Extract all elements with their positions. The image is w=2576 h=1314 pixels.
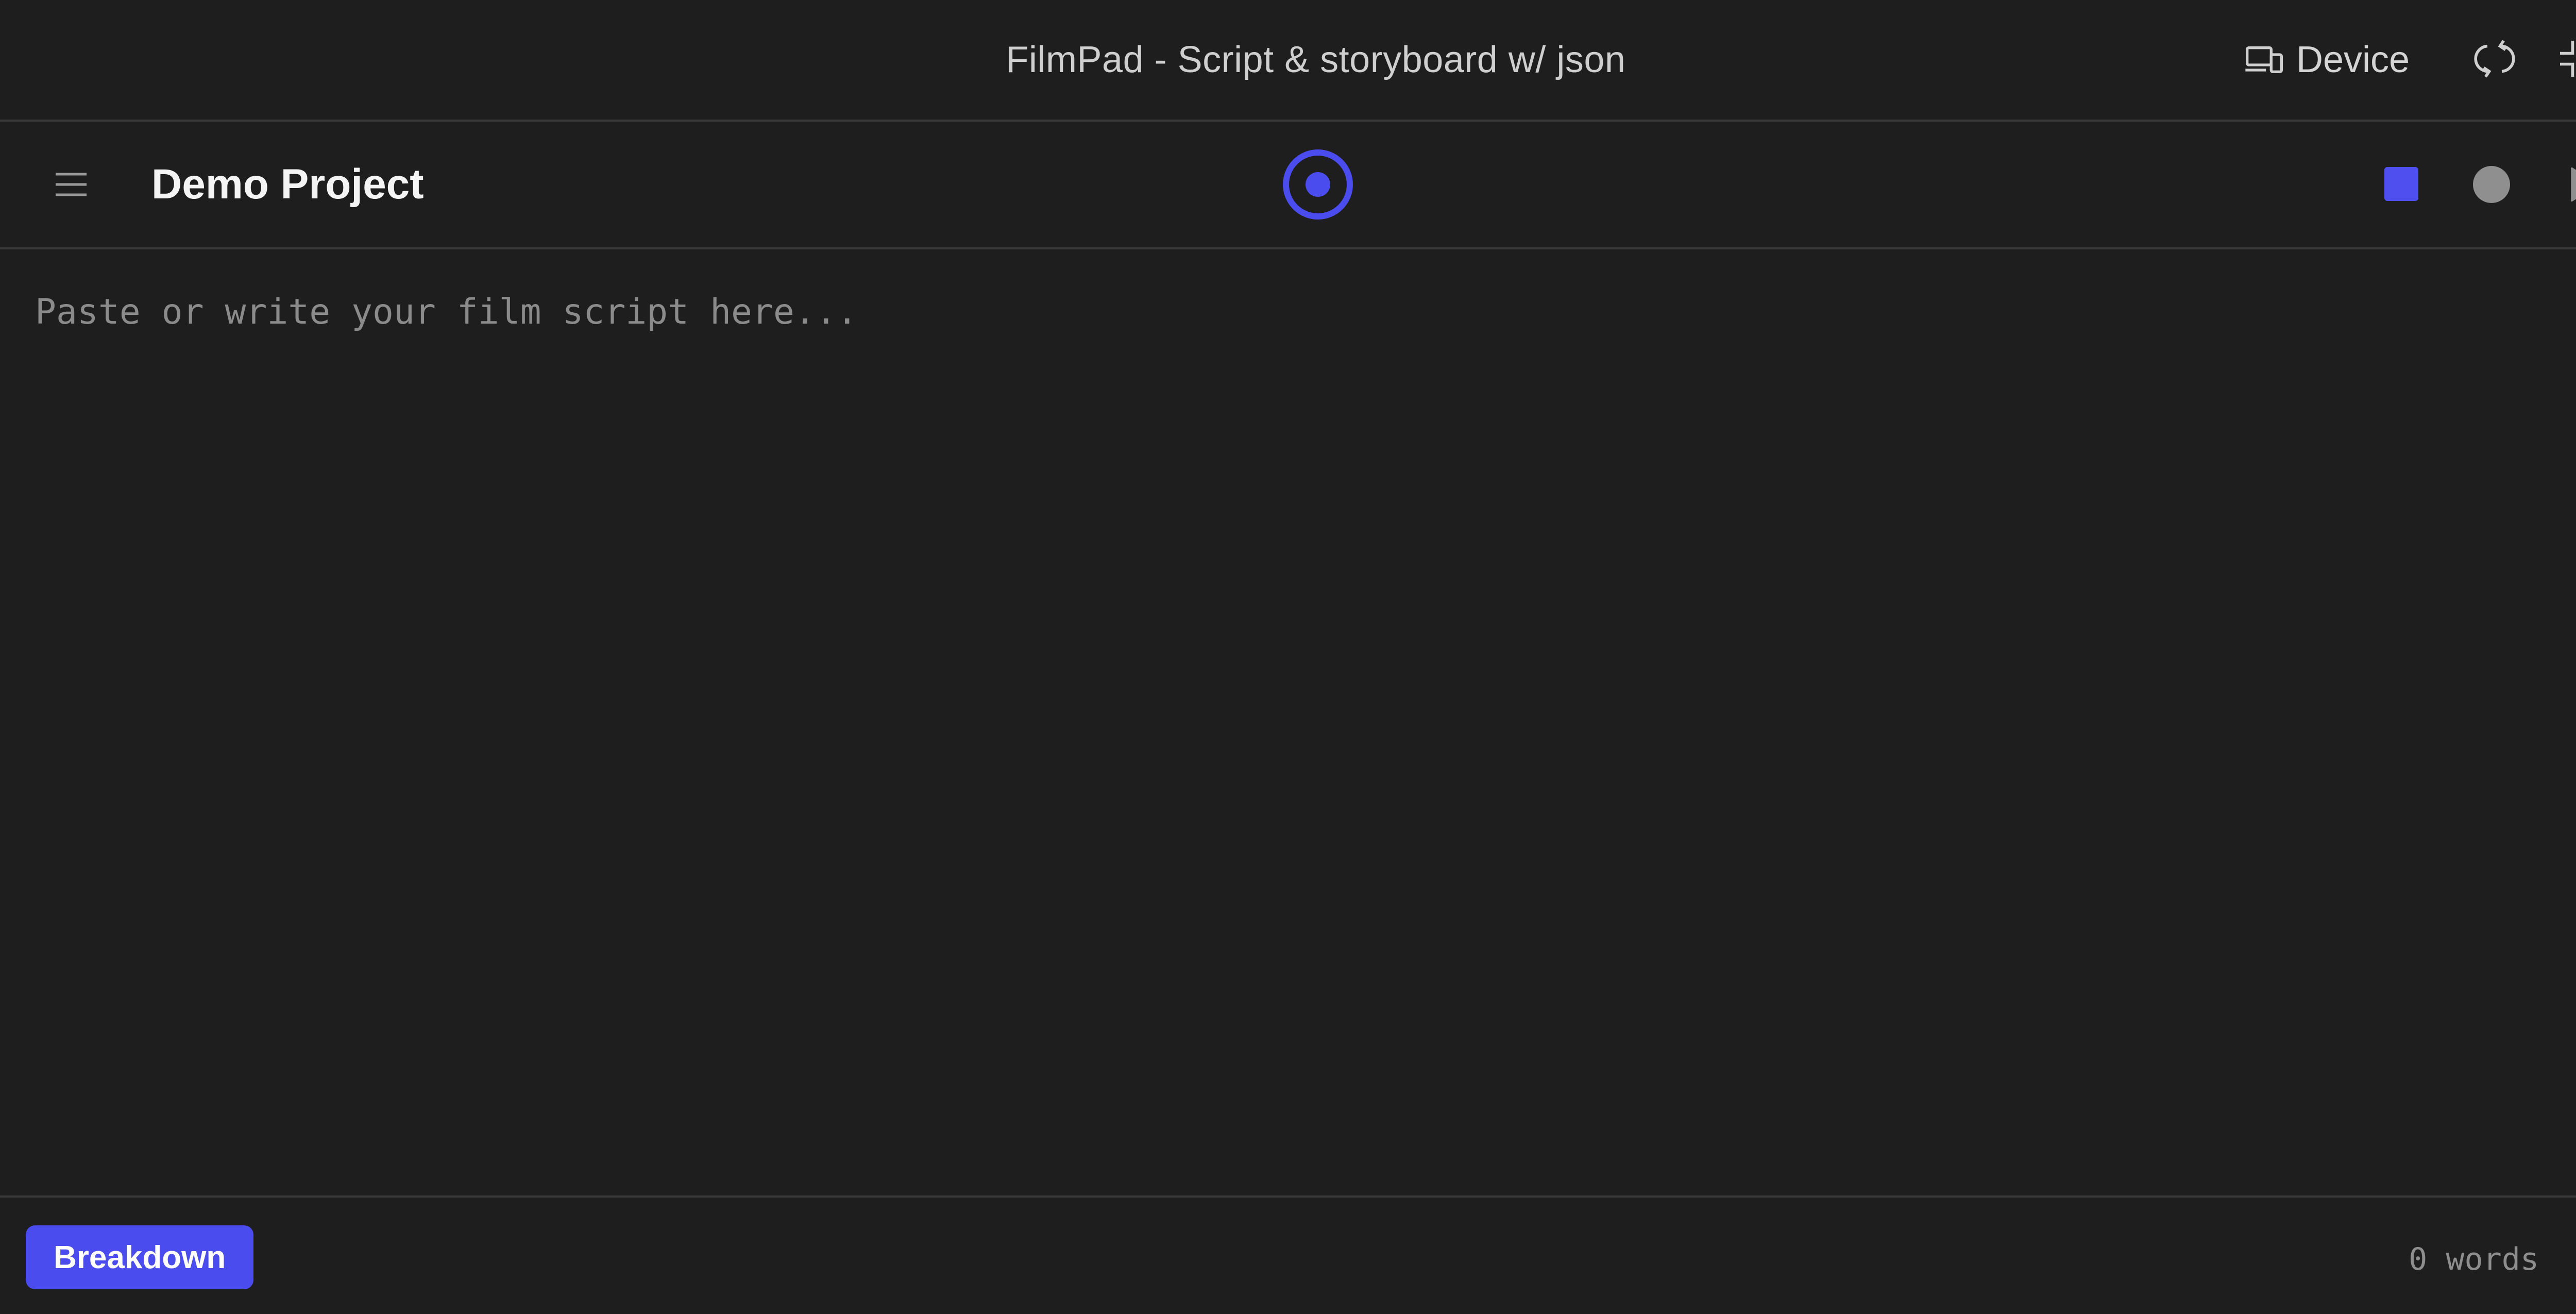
window-titlebar: FilmPad - Script & storyboard w/ json De… [0, 0, 2576, 122]
script-editor[interactable] [0, 249, 2576, 1195]
app-window: FilmPad - Script & storyboard w/ json De… [0, 0, 2576, 1314]
rotate-icon[interactable] [2473, 37, 2516, 80]
record-target-icon[interactable] [1282, 148, 1354, 221]
footer-bar: Breakdown 0 words [0, 1195, 2576, 1314]
clipboard-icon[interactable] [2571, 1240, 2576, 1276]
app-header: Demo Project [0, 122, 2576, 249]
exit-fullscreen-icon[interactable] [2556, 37, 2576, 80]
stop-button[interactable] [2384, 167, 2418, 201]
play-button[interactable] [2564, 165, 2576, 204]
device-label: Device [2296, 39, 2410, 80]
hamburger-menu-icon[interactable] [50, 164, 92, 205]
device-icon [2245, 46, 2283, 73]
project-title: Demo Project [151, 161, 424, 208]
window-title: FilmPad - Script & storyboard w/ json [1006, 39, 1626, 80]
breakdown-button[interactable]: Breakdown [26, 1225, 254, 1289]
word-count: 0 words [2409, 1241, 2539, 1277]
device-button[interactable]: Device [2244, 36, 2410, 83]
record-button[interactable] [2473, 166, 2510, 203]
